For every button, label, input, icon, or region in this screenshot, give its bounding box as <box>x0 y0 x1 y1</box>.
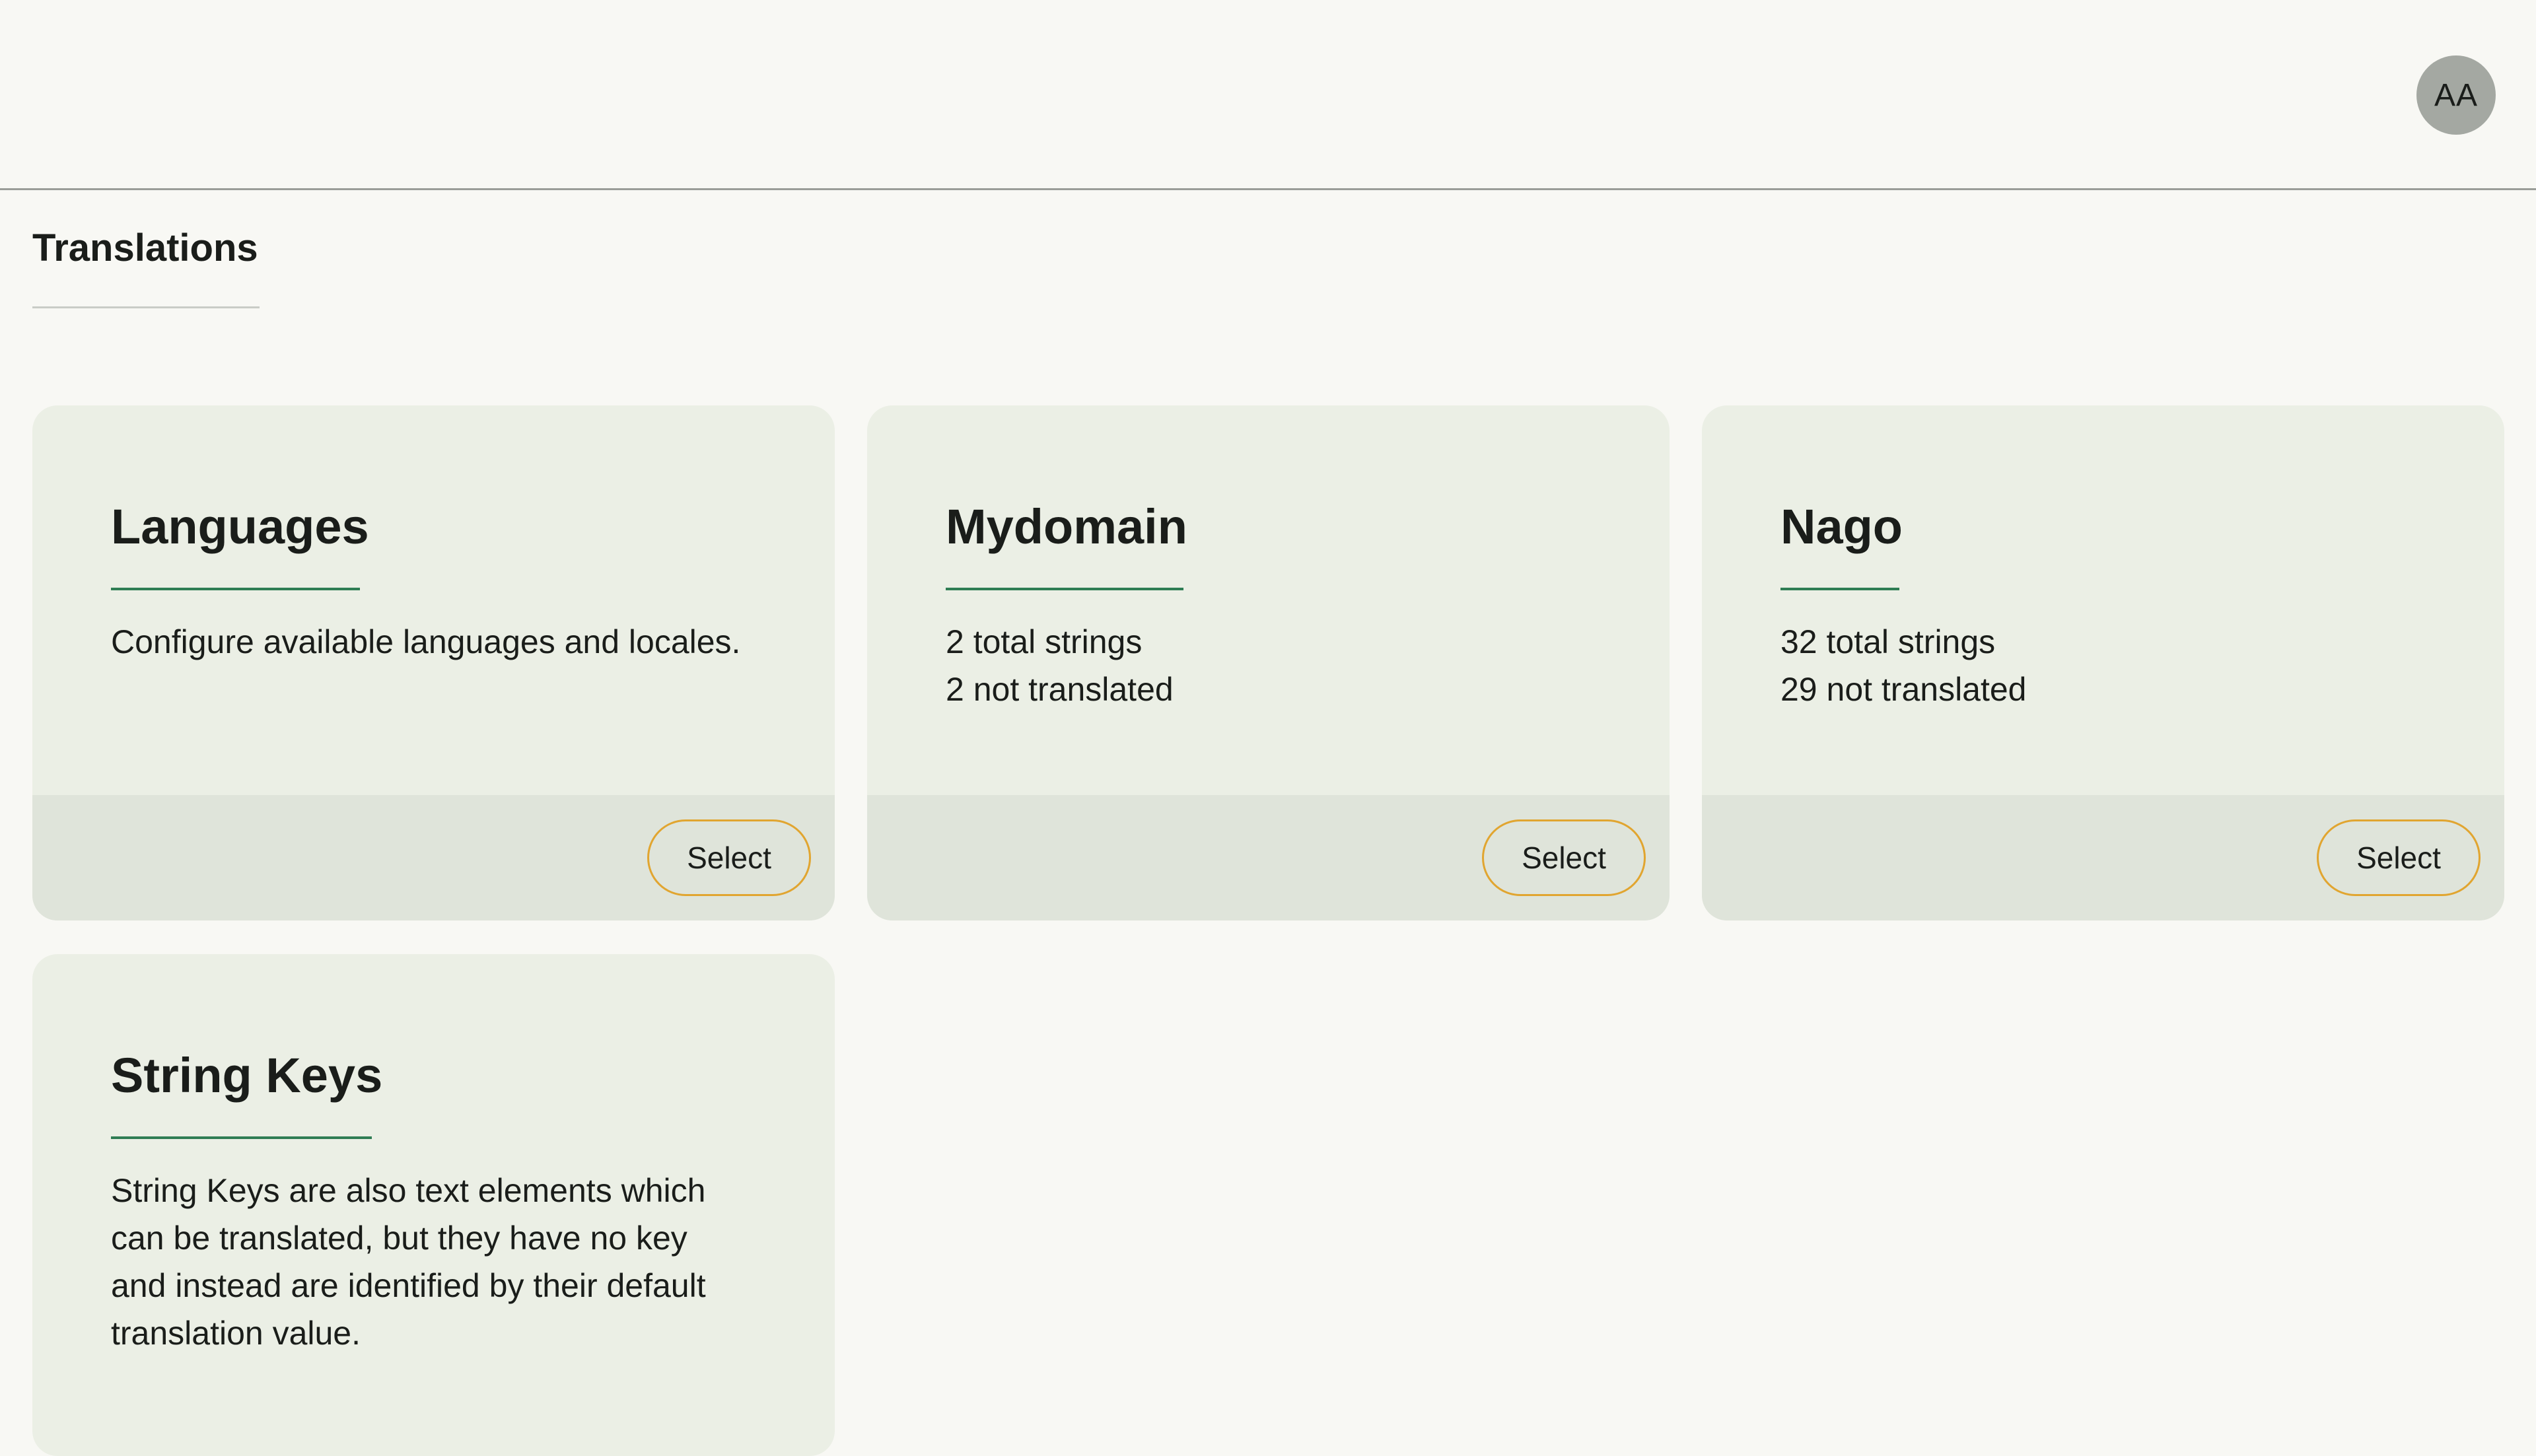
card-title: Nago <box>1780 499 1903 554</box>
card-footer: Select <box>867 795 1670 920</box>
card-title-underline <box>946 588 1183 590</box>
page-title: Translations <box>32 226 258 269</box>
card-title: Mydomain <box>946 499 1187 554</box>
card-footer: Select <box>1702 795 2504 920</box>
card-title: Languages <box>111 499 369 554</box>
select-button-nago[interactable]: Select <box>2317 819 2481 896</box>
card-text-line: Configure available languages and locale… <box>111 623 741 660</box>
card-string-keys: String Keys String Keys are also text el… <box>32 954 835 1456</box>
card-title-underline <box>111 588 360 590</box>
not-translated-count: 29 not translated <box>1780 671 2027 708</box>
card-description: String Keys are also text elements which… <box>111 1167 745 1357</box>
card-title: String Keys <box>111 1048 383 1103</box>
card-title-underline <box>111 1136 372 1139</box>
user-avatar[interactable]: AA <box>2416 55 2496 135</box>
total-strings-count: 2 total strings <box>946 623 1143 660</box>
select-button-mydomain[interactable]: Select <box>1482 819 1646 896</box>
card-stats: 2 total strings 2 not translated <box>946 618 1606 713</box>
card-text-line: String Keys are also text elements which… <box>111 1172 706 1352</box>
top-bar: AA <box>0 0 2536 190</box>
page-title-underline <box>32 306 260 308</box>
not-translated-count: 2 not translated <box>946 671 1174 708</box>
card-footer: Select <box>32 795 835 920</box>
card-stats: 32 total strings 29 not translated <box>1780 618 2441 713</box>
card-title-underline <box>1780 588 1899 590</box>
total-strings-count: 32 total strings <box>1780 623 1996 660</box>
card-nago: Nago 32 total strings 29 not translated … <box>1702 405 2504 920</box>
card-languages: Languages Configure available languages … <box>32 405 835 920</box>
card-mydomain: Mydomain 2 total strings 2 not translate… <box>867 405 1670 920</box>
select-button-languages[interactable]: Select <box>647 819 811 896</box>
card-description: Configure available languages and locale… <box>111 618 771 666</box>
